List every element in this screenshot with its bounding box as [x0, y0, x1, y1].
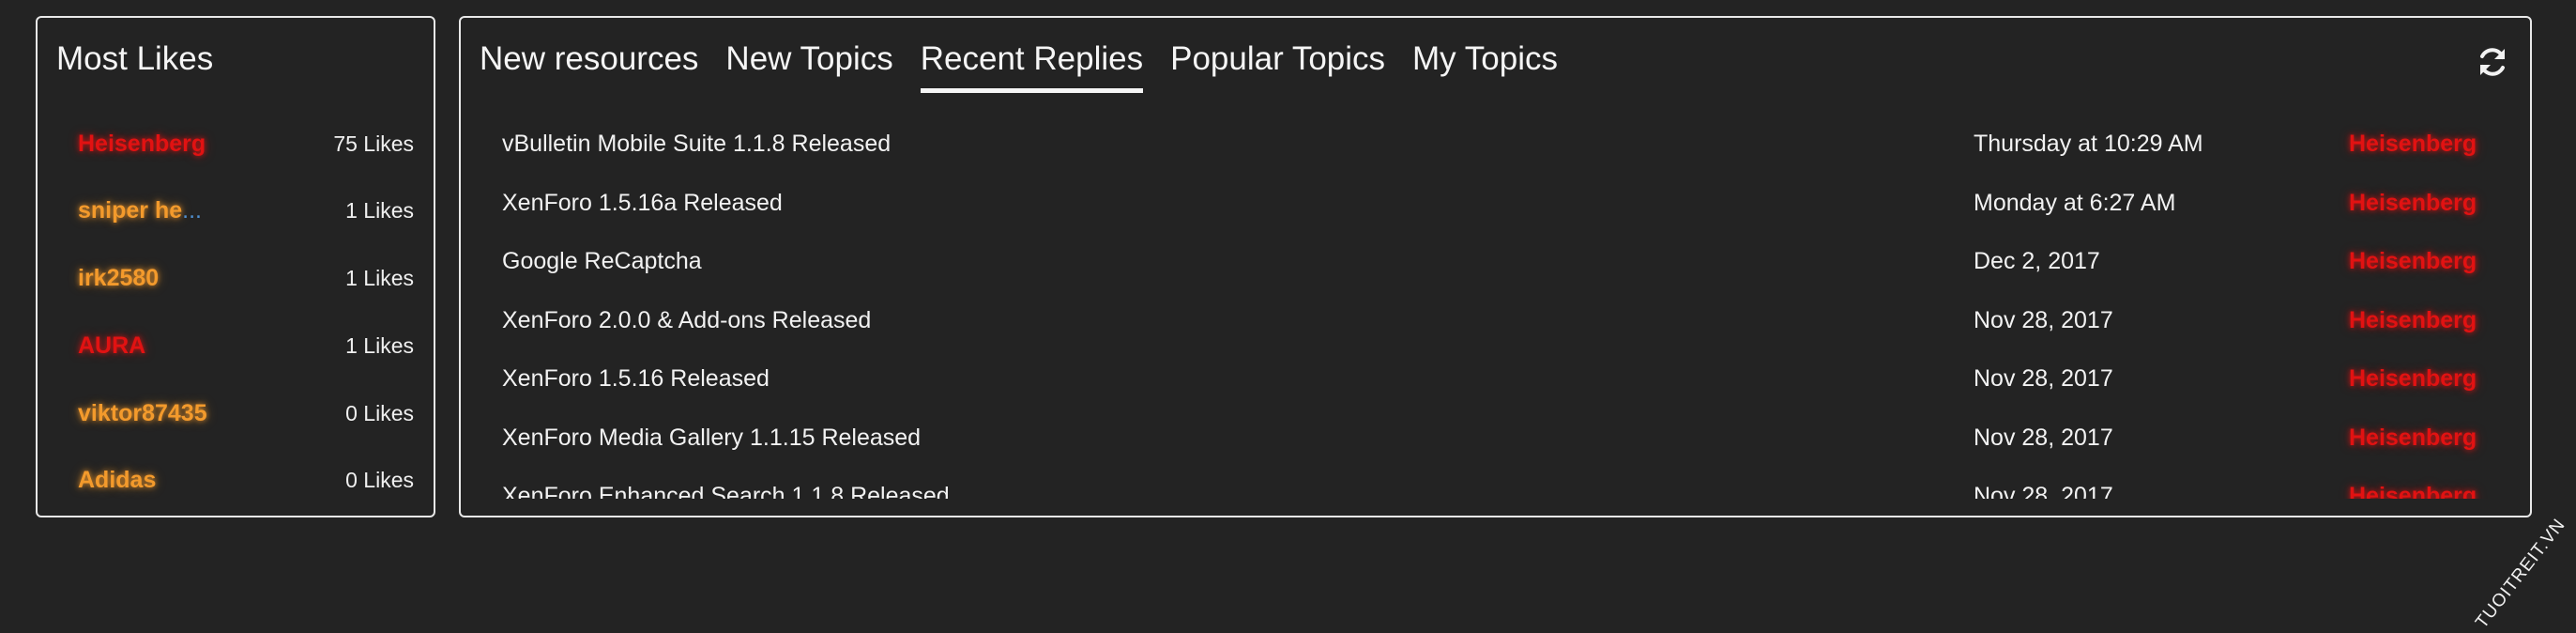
most-likes-count: 1 Likes	[345, 327, 414, 364]
most-likes-username[interactable]: AURA	[78, 327, 145, 364]
topic-date: Dec 2, 2017	[1974, 239, 2100, 284]
topic-row: XenForo Media Gallery 1.1.15 Released No…	[461, 415, 2530, 473]
topics-panel: New resources New Topics Recent Replies …	[459, 16, 2532, 517]
topic-row: XenForo Enhanced Search 1.1.8 Released N…	[461, 473, 2530, 499]
topic-user[interactable]: Heisenberg	[2349, 121, 2477, 166]
topic-row: XenForo 1.5.16 Released Nov 28, 2017 Hei…	[461, 356, 2530, 414]
most-likes-row: viktor87435 0 Likes	[78, 394, 414, 432]
topic-title[interactable]: XenForo Media Gallery 1.1.15 Released	[502, 415, 921, 460]
refresh-button[interactable]	[2474, 43, 2511, 81]
topic-user[interactable]: Heisenberg	[2349, 180, 2477, 225]
topics-tab-bar: New resources New Topics Recent Replies …	[480, 37, 1558, 93]
topic-row: Google ReCaptcha Dec 2, 2017 Heisenberg	[461, 239, 2530, 297]
most-likes-count: 1 Likes	[345, 259, 414, 297]
truncation-ellipsis: ...	[182, 197, 202, 224]
most-likes-row: sniper he... 1 Likes	[78, 192, 414, 229]
most-likes-count: 0 Likes	[345, 461, 414, 499]
topic-date: Nov 28, 2017	[1974, 298, 2113, 343]
most-likes-username[interactable]: viktor87435	[78, 394, 207, 432]
most-likes-count: 75 Likes	[333, 125, 414, 162]
most-likes-count: 1 Likes	[345, 192, 414, 229]
most-likes-username: sniper he	[78, 197, 182, 224]
topic-title[interactable]: vBulletin Mobile Suite 1.1.8 Released	[502, 121, 891, 166]
topic-date: Monday at 6:27 AM	[1974, 180, 2175, 225]
tab-my-topics[interactable]: My Topics	[1412, 37, 1558, 93]
topic-date: Nov 28, 2017	[1974, 415, 2113, 460]
topic-row: vBulletin Mobile Suite 1.1.8 Released Th…	[461, 121, 2530, 179]
tab-new-resources[interactable]: New resources	[480, 37, 698, 93]
tab-new-topics[interactable]: New Topics	[725, 37, 892, 93]
most-likes-row: Heisenberg 75 Likes	[78, 125, 414, 162]
tab-recent-replies[interactable]: Recent Replies	[921, 37, 1143, 93]
topic-date: Nov 28, 2017	[1974, 473, 2113, 499]
topic-title[interactable]: XenForo 1.5.16 Released	[502, 356, 770, 401]
recent-replies-list[interactable]: vBulletin Mobile Suite 1.1.8 Released Th…	[461, 104, 2530, 499]
most-likes-count: 0 Likes	[345, 394, 414, 432]
topic-user[interactable]: Heisenberg	[2349, 239, 2477, 284]
most-likes-username-truncated[interactable]: sniper he...	[78, 192, 202, 229]
topic-user[interactable]: Heisenberg	[2349, 473, 2477, 499]
most-likes-username[interactable]: irk2580	[78, 259, 159, 297]
topic-title[interactable]: XenForo 1.5.16a Released	[502, 180, 783, 225]
topic-date: Thursday at 10:29 AM	[1974, 121, 2203, 166]
site-watermark: TUOITREIT.VN	[2472, 515, 2570, 632]
most-likes-username[interactable]: Heisenberg	[78, 125, 206, 162]
most-likes-row: irk2580 1 Likes	[78, 259, 414, 297]
topic-date: Nov 28, 2017	[1974, 356, 2113, 401]
most-likes-row: Adidas 0 Likes	[78, 461, 414, 499]
topic-row: XenForo 2.0.0 & Add-ons Released Nov 28,…	[461, 298, 2530, 356]
refresh-icon	[2474, 43, 2511, 81]
topic-title[interactable]: XenForo Enhanced Search 1.1.8 Released	[502, 473, 950, 499]
topic-user[interactable]: Heisenberg	[2349, 356, 2477, 401]
most-likes-panel: Most Likes Heisenberg 75 Likes sniper he…	[36, 16, 435, 517]
most-likes-username[interactable]: Adidas	[78, 461, 156, 499]
topic-user[interactable]: Heisenberg	[2349, 415, 2477, 460]
topic-row: XenForo 1.5.16a Released Monday at 6:27 …	[461, 180, 2530, 239]
topic-title[interactable]: Google ReCaptcha	[502, 239, 702, 284]
topic-title[interactable]: XenForo 2.0.0 & Add-ons Released	[502, 298, 871, 343]
most-likes-row: AURA 1 Likes	[78, 327, 414, 364]
tab-popular-topics[interactable]: Popular Topics	[1170, 37, 1385, 93]
most-likes-title: Most Likes	[56, 40, 213, 78]
topic-user[interactable]: Heisenberg	[2349, 298, 2477, 343]
